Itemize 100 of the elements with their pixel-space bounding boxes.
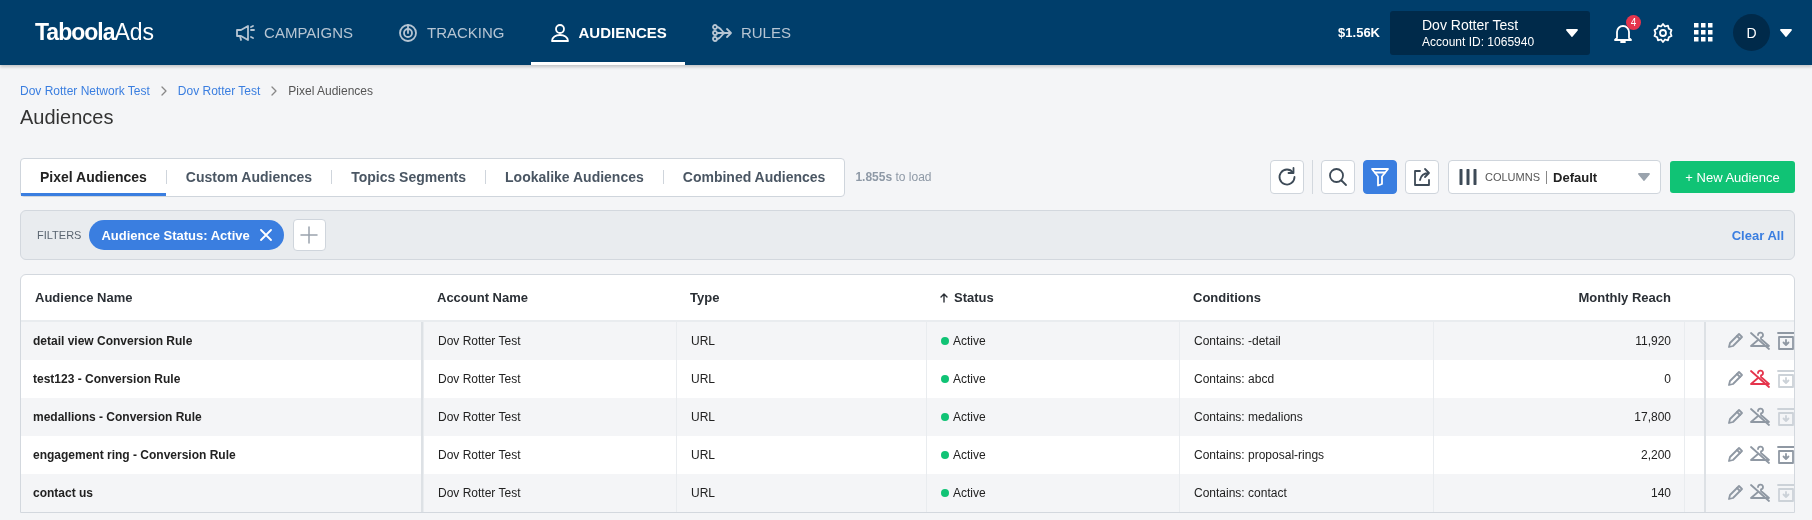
status-dot-icon <box>941 337 949 345</box>
table-cell: Contains: medalions <box>1179 398 1433 436</box>
table-cell: 11,920 <box>1433 322 1684 360</box>
status-text: Active <box>953 334 986 348</box>
add-filter-button[interactable] <box>292 219 326 251</box>
exclude-button[interactable] <box>1749 369 1771 389</box>
table-cell: URL <box>676 322 926 360</box>
table-cell: URL <box>676 474 926 512</box>
branch-icon <box>710 21 733 44</box>
columns-icon <box>1459 169 1477 185</box>
table-cell: 140 <box>1433 474 1684 512</box>
table-cell: Contains: -detail <box>1179 322 1433 360</box>
logo: TaboolaAds <box>35 18 155 47</box>
tab[interactable]: Custom Audiences <box>166 158 332 196</box>
tab[interactable]: Combined Audiences <box>663 158 845 196</box>
chevron-icon <box>270 86 279 96</box>
caret-icon <box>1566 28 1578 37</box>
hanger-icon <box>1749 445 1771 465</box>
person-icon <box>548 21 571 44</box>
archive-button[interactable] <box>1776 445 1794 465</box>
pencil-icon <box>1726 332 1744 350</box>
archive-button[interactable] <box>1776 331 1794 351</box>
search-button[interactable] <box>1321 160 1355 194</box>
avatar[interactable]: D <box>1733 14 1770 51</box>
target-icon <box>397 21 419 44</box>
nav-tab[interactable]: CAMPAIGNS <box>216 0 371 65</box>
status-dot-icon <box>941 375 949 383</box>
column-header[interactable]: Status <box>926 275 1179 320</box>
exclude-button[interactable] <box>1749 445 1771 465</box>
archive-icon <box>1776 445 1794 465</box>
status-text: Active <box>953 448 986 462</box>
exclude-button[interactable] <box>1749 331 1771 351</box>
edit-button[interactable] <box>1726 408 1744 426</box>
archive-button[interactable] <box>1776 407 1794 427</box>
columns-dropdown[interactable]: COLUMNS Default <box>1448 160 1661 194</box>
hanger-icon <box>1749 369 1771 389</box>
settings-icon <box>1652 21 1674 44</box>
hanger-icon <box>1749 483 1771 503</box>
table-cell: detail view Conversion Rule <box>21 322 423 360</box>
table-cell: 17,800 <box>1433 398 1684 436</box>
refresh-icon <box>1276 166 1298 188</box>
breadcrumb[interactable]: Dov Rotter Test <box>177 84 261 98</box>
refresh-button[interactable] <box>1270 160 1304 194</box>
exclude-button[interactable] <box>1749 407 1771 427</box>
column-header[interactable]: Monthly Reach <box>1433 275 1684 320</box>
nav-tab[interactable]: RULES <box>692 0 809 65</box>
tab[interactable]: Topics Segments <box>332 158 486 196</box>
filter-button[interactable] <box>1363 160 1397 194</box>
caret-icon <box>1780 28 1792 37</box>
table-cell: contact us <box>21 474 423 512</box>
archive-button[interactable] <box>1776 369 1794 389</box>
load-time: 1.855s to load <box>855 170 932 184</box>
archive-icon <box>1776 331 1794 351</box>
column-header[interactable]: Conditions <box>1179 275 1433 320</box>
exclude-button[interactable] <box>1749 483 1771 503</box>
close-icon <box>259 229 272 241</box>
nav-tab[interactable]: AUDIENCES <box>530 0 685 65</box>
pencil-icon <box>1726 484 1744 502</box>
chevron-icon <box>159 86 168 96</box>
filters-label: FILTERS <box>37 229 82 241</box>
edit-button[interactable] <box>1726 370 1744 388</box>
table-cell: Dov Rotter Test <box>423 474 676 512</box>
status-dot-icon <box>941 413 949 421</box>
tab[interactable]: Lookalike Audiences <box>486 158 663 196</box>
table-cell: medallions - Conversion Rule <box>21 398 423 436</box>
edit-button[interactable] <box>1726 446 1744 464</box>
table-cell: Dov Rotter Test <box>423 398 676 436</box>
plus-icon <box>300 226 319 244</box>
notification-badge: 4 <box>1626 14 1641 30</box>
column-header[interactable]: Account Name <box>423 275 676 320</box>
account-selector[interactable]: Dov Rotter Test Account ID: 1065940 <box>1390 10 1590 55</box>
status-text: Active <box>953 372 986 386</box>
export-button[interactable] <box>1405 160 1439 194</box>
archive-button[interactable] <box>1776 483 1794 503</box>
table-cell: Dov Rotter Test <box>423 322 676 360</box>
pencil-icon <box>1726 370 1744 388</box>
apps-grid-icon <box>1694 23 1713 42</box>
pencil-icon <box>1726 446 1744 464</box>
tab[interactable]: Pixel Audiences <box>21 158 166 196</box>
status-dot-icon <box>941 451 949 459</box>
table-cell: Contains: contact <box>1179 474 1433 512</box>
search-icon <box>1327 166 1349 188</box>
status-text: Active <box>953 410 986 424</box>
page-title: Audiences <box>20 106 115 130</box>
filter-chip[interactable]: Audience Status: Active <box>89 220 284 250</box>
balance-amount: $1.56K <box>1338 25 1380 40</box>
status-dot-icon <box>941 489 949 497</box>
filter-icon <box>1369 166 1391 188</box>
caret-icon <box>1638 173 1650 181</box>
table-cell: URL <box>676 398 926 436</box>
column-header[interactable]: Audience Name <box>21 275 423 320</box>
column-header[interactable]: Type <box>676 275 926 320</box>
edit-button[interactable] <box>1726 332 1744 350</box>
hanger-icon <box>1749 331 1771 351</box>
nav-tab[interactable]: TRACKING <box>379 0 523 65</box>
hanger-icon <box>1749 407 1771 427</box>
breadcrumb[interactable]: Dov Rotter Network Test <box>20 84 150 98</box>
status-text: Active <box>953 486 986 500</box>
share-icon <box>1411 166 1433 188</box>
edit-button[interactable] <box>1726 484 1744 502</box>
